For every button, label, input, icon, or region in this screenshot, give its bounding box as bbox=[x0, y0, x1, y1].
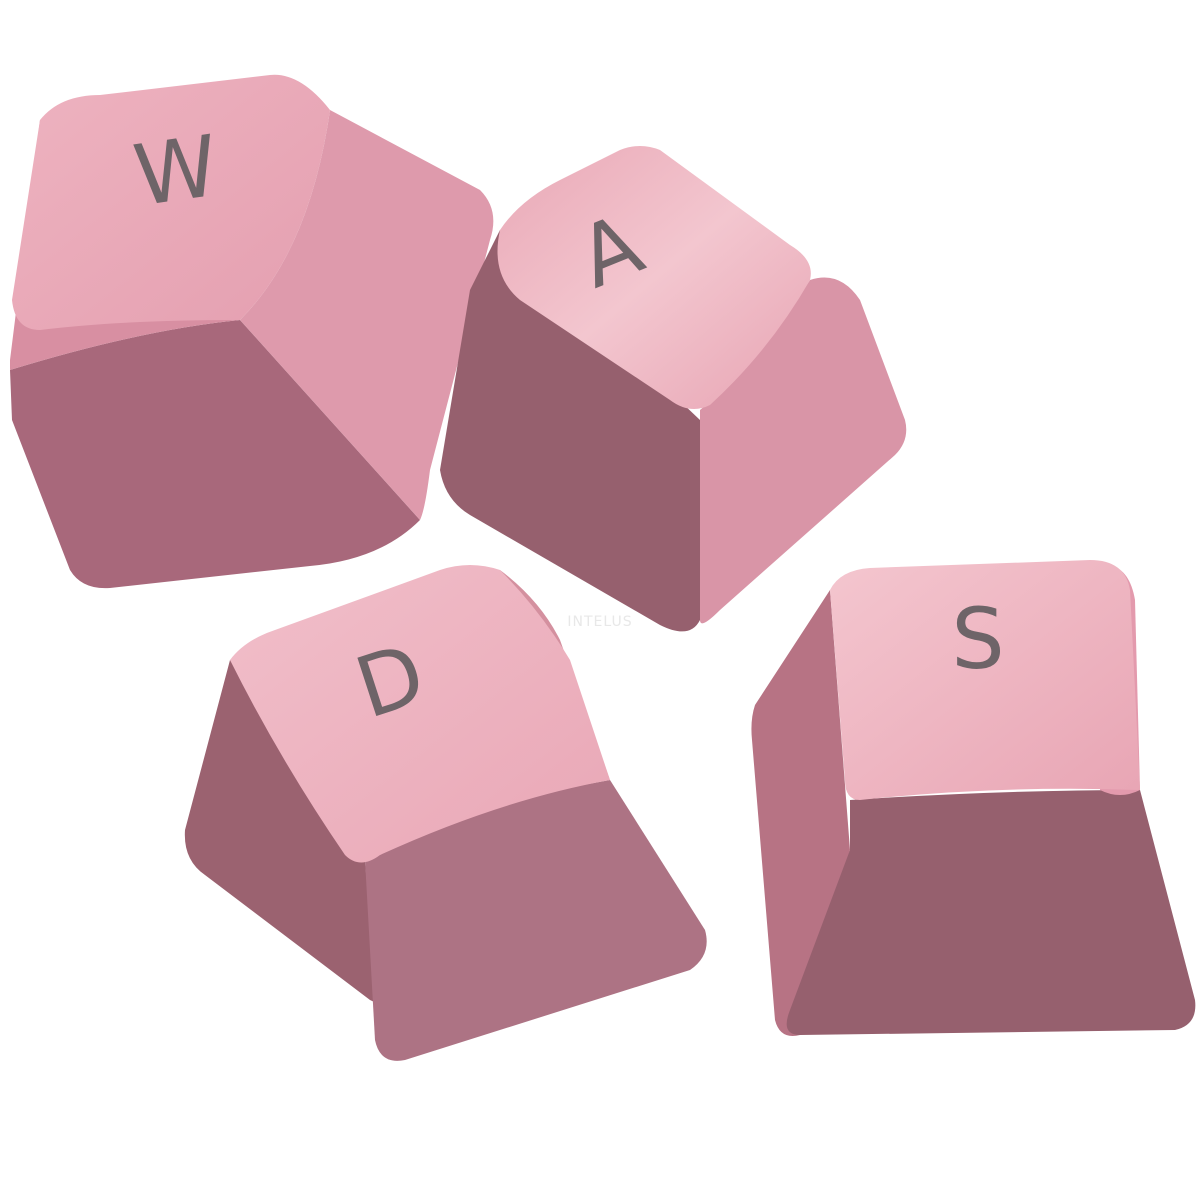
keycap-product-image: W A D S INTELUS bbox=[10, 74, 1196, 1061]
keycap-s-legend: S bbox=[951, 590, 1004, 688]
keycap-d: D bbox=[184, 565, 707, 1061]
keycap-a: A bbox=[440, 146, 907, 632]
keycap-w: W bbox=[10, 74, 494, 589]
keycap-s: S bbox=[751, 560, 1196, 1036]
keycap-w-legend: W bbox=[128, 117, 224, 226]
watermark-text: INTELUS bbox=[567, 614, 632, 630]
